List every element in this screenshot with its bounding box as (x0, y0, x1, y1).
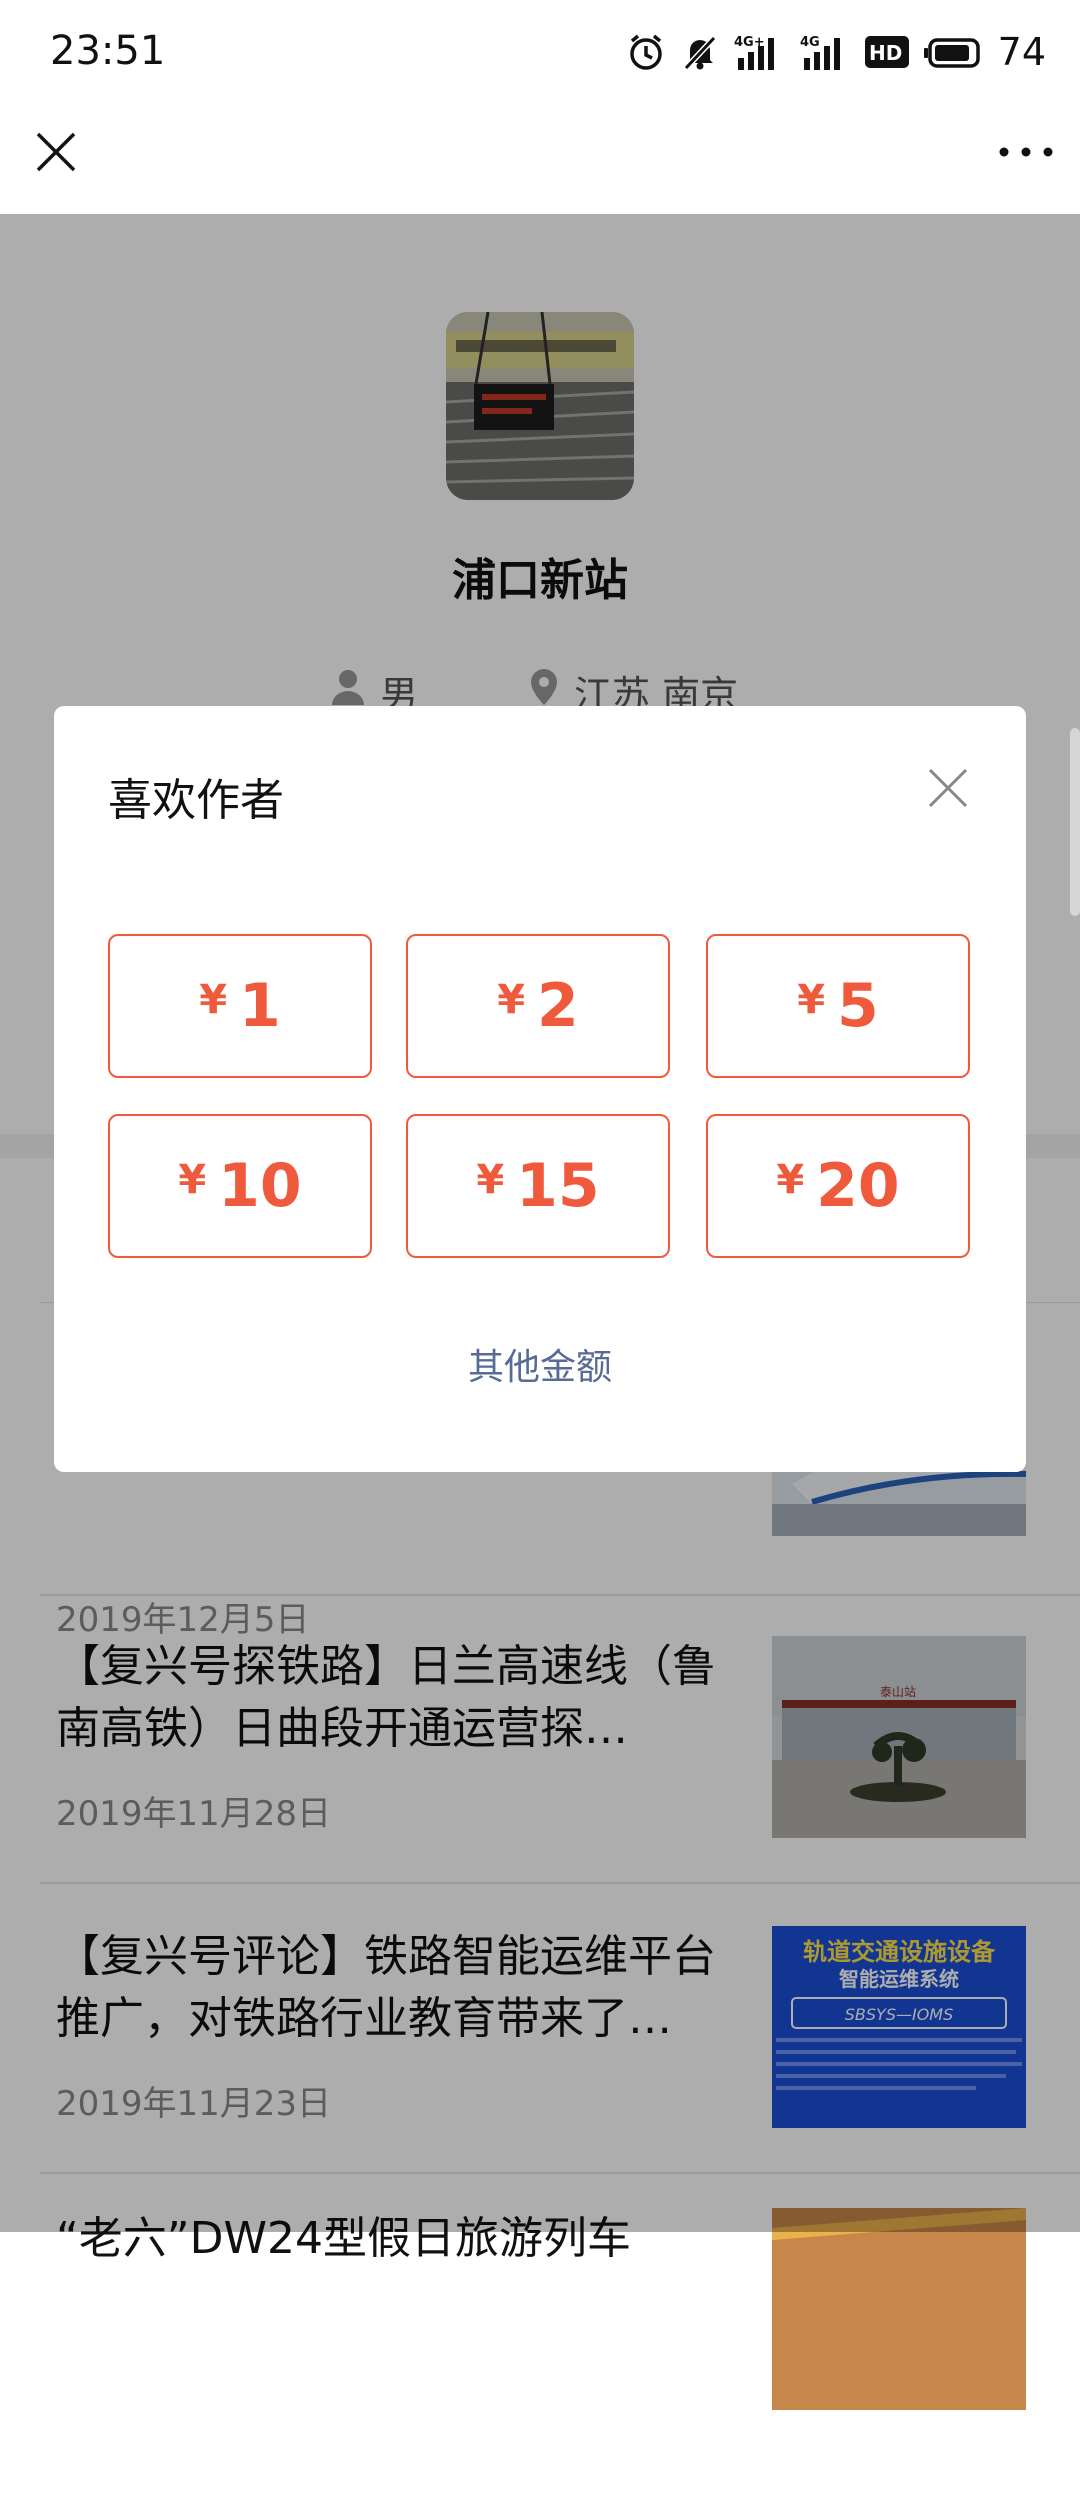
amount-value: 15 (516, 1151, 600, 1221)
reward-dialog: 喜欢作者 ¥1 ¥2 ¥5 ¥10 ¥15 ¥20 其他金额 (54, 706, 1026, 1472)
svg-text:4G: 4G (800, 35, 820, 50)
svg-text:HD: HD (869, 41, 902, 65)
yen-symbol: ¥ (199, 977, 228, 1023)
amount-value: 2 (537, 971, 579, 1041)
alarm-icon (626, 32, 666, 72)
amount-button-10[interactable]: ¥10 (108, 1114, 372, 1258)
amount-button-2[interactable]: ¥2 (406, 934, 670, 1078)
amount-button-1[interactable]: ¥1 (108, 934, 372, 1078)
signal-4g-icon: 4G (800, 32, 850, 72)
amount-button-5[interactable]: ¥5 (706, 934, 970, 1078)
status-bar: 23:51 4G+ 4G HD 74 (0, 0, 1080, 104)
signal-4g-plus-icon: 4G+ (734, 32, 786, 72)
other-amount-link[interactable]: 其他金额 (54, 1338, 1026, 1390)
close-icon[interactable] (926, 766, 970, 810)
amount-value: 10 (218, 1151, 302, 1221)
title-bar (0, 104, 1080, 214)
close-icon[interactable] (30, 126, 82, 178)
amount-value: 1 (239, 971, 281, 1041)
yen-symbol: ¥ (178, 1157, 207, 1203)
hd-icon: HD (864, 32, 910, 72)
mute-icon (680, 32, 720, 72)
yen-symbol: ¥ (797, 977, 826, 1023)
status-icons: 4G+ 4G HD 74 (626, 26, 1046, 78)
battery-level: 74 (997, 30, 1046, 74)
amount-value: 20 (816, 1151, 900, 1221)
amount-value: 5 (837, 971, 879, 1041)
edge-handle (1070, 728, 1080, 916)
yen-symbol: ¥ (476, 1157, 505, 1203)
yen-symbol: ¥ (776, 1157, 805, 1203)
list-item[interactable]: “老六”DW24型假日旅游列车 (40, 2208, 1040, 2496)
amount-button-15[interactable]: ¥15 (406, 1114, 670, 1258)
yen-symbol: ¥ (497, 977, 526, 1023)
dialog-title: 喜欢作者 (108, 775, 284, 826)
more-icon[interactable] (996, 126, 1056, 178)
battery-icon (923, 32, 982, 72)
amount-button-20[interactable]: ¥20 (706, 1114, 970, 1258)
status-time: 23:51 (50, 28, 166, 74)
article-thumbnail (772, 2208, 1026, 2410)
